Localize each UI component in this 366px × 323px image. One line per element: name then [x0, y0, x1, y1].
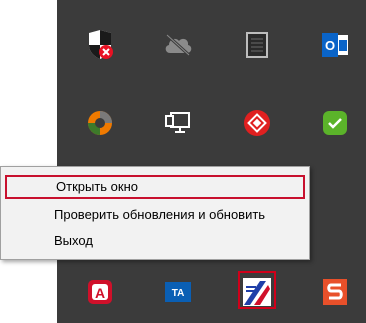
letter-a-app-icon[interactable]: A — [80, 272, 120, 312]
avast-orb-icon[interactable] — [80, 103, 120, 143]
ta-app-icon[interactable]: TA — [158, 272, 198, 312]
tablet-grid-icon[interactable] — [237, 25, 277, 65]
network-monitor-icon[interactable] — [158, 103, 198, 143]
outlook-icon[interactable]: O — [315, 25, 355, 65]
screen: O Открыть окно Проверить обновления и об… — [0, 0, 366, 323]
stripes-app-icon[interactable] — [237, 272, 277, 312]
cloud-offline-icon[interactable] — [158, 25, 198, 65]
green-check-icon[interactable] — [315, 103, 355, 143]
security-shield-icon[interactable] — [80, 25, 120, 65]
menu-item-check-updates[interactable]: Проверить обновления и обновить — [1, 203, 309, 227]
svg-text:A: A — [95, 285, 105, 301]
svg-text:TA: TA — [172, 288, 185, 299]
tray-context-menu: Открыть окно Проверить обновления и обно… — [0, 166, 310, 260]
red-diamond-app-icon[interactable] — [237, 103, 277, 143]
letter-s-app-icon[interactable] — [315, 272, 355, 312]
menu-item-open-window[interactable]: Открыть окно — [5, 175, 305, 199]
menu-item-exit[interactable]: Выход — [1, 229, 309, 253]
svg-text:O: O — [325, 38, 335, 53]
